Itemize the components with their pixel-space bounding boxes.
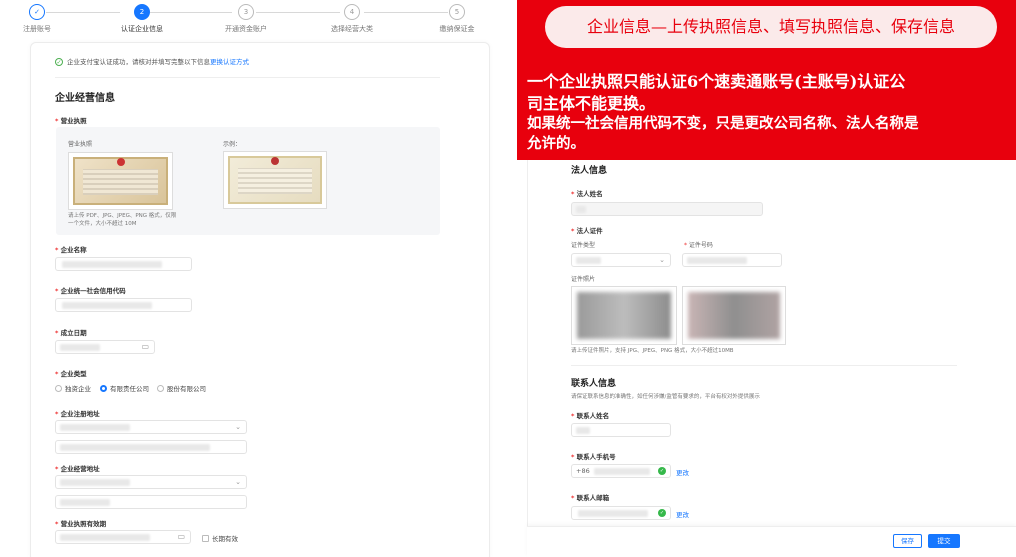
step-pay-deposit[interactable]: 5 缴纳保证金	[412, 4, 502, 34]
success-check-icon: ✓	[55, 58, 63, 66]
verified-check-icon: ✓	[658, 467, 666, 475]
id-number-label: * 证件号码	[684, 242, 713, 249]
license-label: 营业执照	[55, 115, 87, 125]
id-type-label: 证件类型	[571, 242, 596, 249]
license-image	[73, 157, 168, 205]
contact-phone-label: 联系人手机号	[571, 451, 616, 461]
banner-line-4: 允许的。	[527, 135, 585, 152]
save-button[interactable]: 保存	[893, 534, 922, 548]
biz-address-select[interactable]: ⌄	[55, 475, 247, 489]
chevron-down-icon: ⌄	[659, 256, 665, 264]
verified-check-icon: ✓	[658, 509, 666, 517]
company-type-label: 企业类型	[55, 368, 87, 378]
notice-text: 企业支付宝认证成功，请核对并填写完整以下信息	[67, 58, 210, 66]
step-verify-company[interactable]: 2 认证企业信息	[97, 4, 187, 34]
progress-steps: ✓ 注册账号 2 认证企业信息 3 开通资金账户 4 选择经营大类 5 缴纳保证金	[0, 0, 490, 40]
found-date-picker[interactable]: ▭	[55, 340, 155, 354]
seal-icon	[271, 157, 279, 165]
company-name-input[interactable]	[55, 257, 192, 271]
radio-sole-proprietorship[interactable]: 独资企业	[55, 383, 91, 393]
contact-email-label: 联系人邮箱	[571, 492, 610, 502]
seal-icon	[116, 158, 125, 166]
legal-name-input[interactable]	[571, 202, 763, 216]
check-icon: ✓	[29, 4, 45, 20]
example-license-image	[228, 156, 322, 204]
phone-prefix: +86	[576, 467, 590, 475]
chevron-down-icon: ⌄	[235, 423, 241, 431]
change-phone-link[interactable]: 更改	[676, 467, 689, 477]
contact-hint: 请保证联系信息的准确性，如任何涉嫌/监管有要求的，平台有权对外提供展示	[571, 394, 760, 400]
section-title-business-info: 企业经营信息	[55, 93, 115, 104]
change-verify-method-link[interactable]: 更换认证方式	[210, 58, 249, 66]
id-photo-front[interactable]	[571, 286, 677, 345]
step-number: 2	[134, 4, 150, 20]
divider	[55, 77, 440, 78]
license-upload-image[interactable]	[68, 152, 173, 210]
biz-address-detail-input[interactable]	[55, 495, 247, 509]
contact-name-input[interactable]	[571, 423, 671, 437]
step-label: 认证企业信息	[121, 25, 163, 33]
calendar-icon: ▭	[177, 532, 185, 541]
step-label: 选择经营大类	[331, 25, 373, 33]
section-title-contact: 联系人信息	[571, 379, 617, 389]
banner-line-3: 如果统一社会信用代码不变，只是更改公司名称、法人名称是	[527, 115, 919, 132]
license-valid-date-picker[interactable]: ▭	[55, 530, 191, 544]
license-example-image	[223, 151, 327, 209]
radio-joint-stock[interactable]: 股份有限公司	[157, 383, 206, 393]
license-valid-label: 营业执照有效期	[55, 518, 107, 528]
banner-line-2: 司主体不能更换。	[527, 94, 656, 113]
step-label: 注册账号	[23, 25, 51, 33]
step-register[interactable]: ✓ 注册账号	[0, 4, 82, 34]
submit-button[interactable]: 提交	[928, 534, 960, 548]
page-root: ✓ 注册账号 2 认证企业信息 3 开通资金账户 4 选择经营大类 5 缴纳保证金 ✓ 企业…	[0, 0, 1016, 557]
banner-title: 企业信息—上传执照信息、填写执照信息、保存信息	[545, 6, 997, 48]
legal-name-label: 法人姓名	[571, 188, 603, 198]
id-type-select[interactable]: ⌄	[571, 253, 671, 267]
calendar-icon: ▭	[141, 342, 149, 351]
chevron-down-icon: ⌄	[235, 478, 241, 486]
example-label: 示例：	[223, 141, 242, 148]
reg-address-detail-input[interactable]	[55, 440, 247, 454]
license-upload-label: 营业执照	[68, 141, 93, 148]
step-choose-category[interactable]: 4 选择经营大类	[307, 4, 397, 34]
contact-name-label: 联系人姓名	[571, 410, 610, 420]
id-photo-back[interactable]	[682, 286, 786, 345]
id-photo-label: 证件照片	[571, 276, 596, 283]
upload-hint: 请上传 PDF、JPG、JPEG、PNG 格式，仅限一个文件，大小不超过 10M	[68, 213, 177, 227]
verify-success-notice: ✓ 企业支付宝认证成功，请核对并填写完整以下信息更换认证方式	[55, 56, 249, 66]
contact-phone-input[interactable]: +86 ✓	[571, 464, 671, 478]
id-photo-hint: 请上传证件照片，支持 JPG、JPEG、PNG 格式，大小不超过10MB	[571, 348, 734, 354]
biz-address-label: 企业经营地址	[55, 463, 100, 473]
step-number: 3	[238, 4, 254, 20]
reg-address-select[interactable]: ⌄	[55, 420, 247, 434]
step-label: 缴纳保证金	[439, 25, 475, 33]
company-name-label: 企业名称	[55, 244, 87, 254]
credit-code-label: 企业统一社会信用代码	[55, 285, 126, 295]
step-label: 开通资金账户	[225, 25, 267, 33]
step-open-account[interactable]: 3 开通资金账户	[201, 4, 291, 34]
step-number: 5	[449, 4, 465, 20]
banner-line-1: 一个企业执照只能认证6个速卖通账号(主账号)认证公	[527, 72, 906, 91]
step-number: 4	[344, 4, 360, 20]
contact-email-input[interactable]: ✓	[571, 506, 671, 520]
section-title-legal: 法人信息	[571, 166, 608, 176]
id-number-input[interactable]	[682, 253, 782, 267]
found-date-label: 成立日期	[55, 327, 87, 337]
long-term-checkbox[interactable]: 长期有效	[202, 533, 238, 543]
credit-code-input[interactable]	[55, 298, 192, 312]
change-email-link[interactable]: 更改	[676, 509, 689, 519]
divider	[571, 365, 957, 366]
legal-id-label: 法人证件	[571, 225, 603, 235]
reg-address-label: 企业注册地址	[55, 408, 100, 418]
radio-limited-liability[interactable]: 有限责任公司	[100, 383, 149, 393]
